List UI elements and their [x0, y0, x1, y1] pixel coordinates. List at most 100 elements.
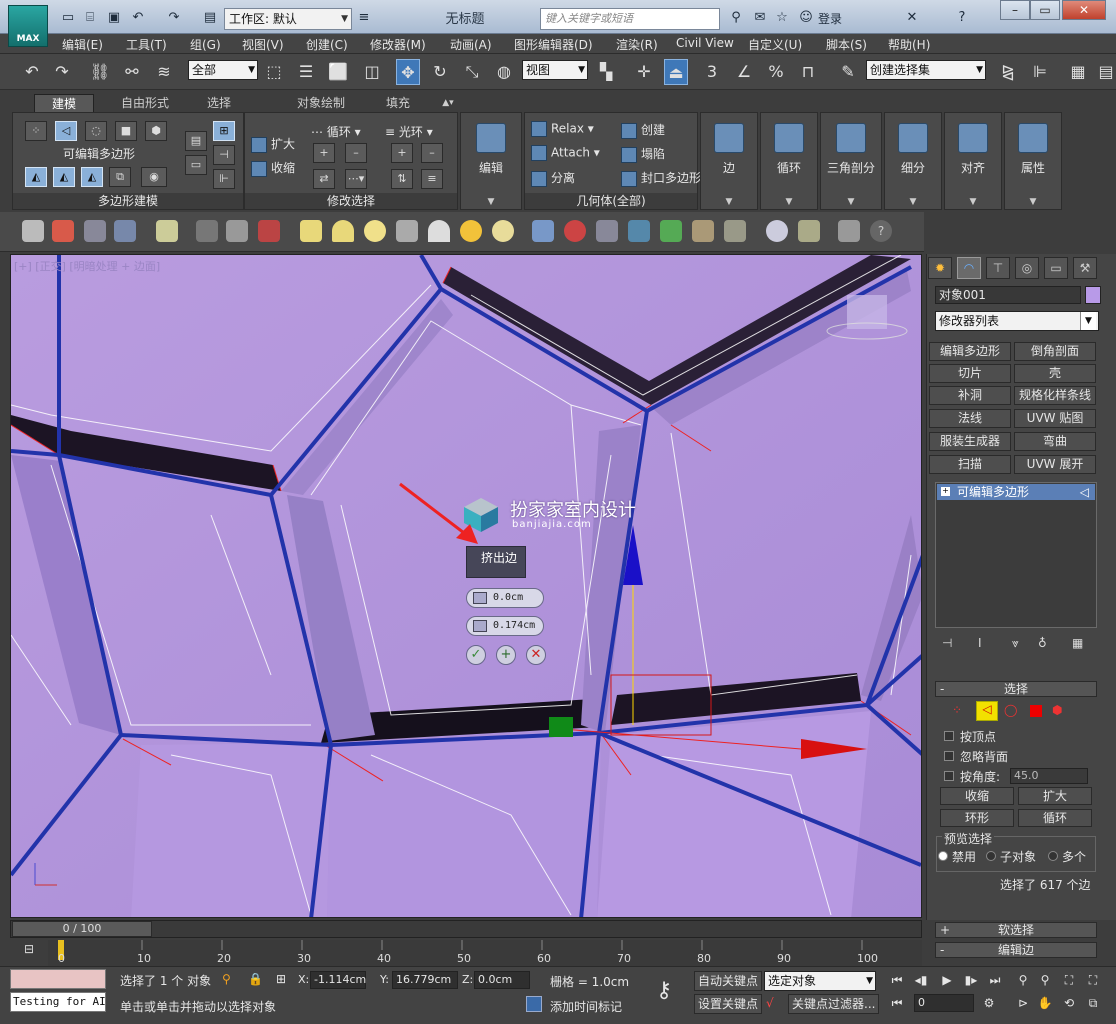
ring-grow-icon[interactable]: + — [391, 143, 413, 163]
extrude-edges-caddy-title[interactable]: 挤出边 — [466, 546, 526, 578]
bind-spacewarp-icon[interactable]: ≋ — [152, 59, 176, 85]
ring-button[interactable]: ≡ 光环 ▾ — [385, 123, 433, 140]
isolate-icon[interactable]: ⚲ — [222, 972, 231, 986]
properties-button[interactable]: 属性 ▼ — [1004, 112, 1062, 210]
workspace-select[interactable]: 工作区: 默认 ▼ — [224, 8, 352, 30]
dome-light-icon[interactable] — [332, 220, 354, 242]
mirror-icon[interactable]: ⧎ — [996, 59, 1020, 85]
next-frame-icon[interactable]: ▮▸ — [962, 971, 980, 989]
modify-tab-icon[interactable]: ◠ — [957, 257, 981, 279]
unlink-icon[interactable]: ⚯ — [120, 59, 144, 85]
edge-button[interactable]: 边 ▼ — [700, 112, 758, 210]
mod-bevel-profile-button[interactable]: 倒角剖面 — [1014, 342, 1096, 361]
ribbon-options-icon[interactable]: ▲▾ — [436, 94, 460, 112]
mod-cap-holes-button[interactable]: 补洞 — [929, 386, 1011, 405]
minimize-button[interactable]: – — [1000, 0, 1030, 20]
vertex-mode-icon[interactable]: ⁘ — [25, 121, 47, 141]
binoculars-icon[interactable]: ⚲ — [726, 9, 746, 27]
sun-icon[interactable] — [460, 220, 482, 242]
render-frame-icon[interactable] — [84, 220, 106, 242]
stack-down-icon[interactable]: ⊣ — [213, 145, 235, 165]
object-color-swatch[interactable] — [1085, 286, 1101, 304]
rect-selection-icon[interactable]: ⬜ — [326, 59, 350, 85]
maximize-button[interactable]: ▭ — [1030, 0, 1060, 20]
auto-key-button[interactable]: 自动关键点 — [694, 971, 763, 991]
sphere-light-icon[interactable] — [364, 220, 386, 242]
new-icon[interactable]: ▭ — [58, 9, 78, 27]
sphere-map-icon[interactable] — [226, 220, 248, 242]
caddy-cancel-button[interactable]: ✕ — [526, 645, 546, 665]
exchange-icon[interactable]: ✕ — [902, 9, 922, 27]
mod-normalize-spline-button[interactable]: 规格化样条线 — [1014, 386, 1096, 405]
menu-graph-editors[interactable]: 图形编辑器(D) — [514, 36, 593, 53]
time-slider-thumb[interactable]: 0 / 100 — [12, 921, 152, 937]
material-icon[interactable] — [564, 220, 586, 242]
go-to-start-icon[interactable]: ⏮ — [888, 971, 906, 989]
cap-poly-button[interactable]: 封口多边形 — [621, 169, 701, 187]
selection-rollout-header[interactable]: - 选择 — [935, 681, 1097, 697]
align-button[interactable]: 对齐 ▼ — [944, 112, 1002, 210]
mod-edit-poly-button[interactable]: 编辑多边形 — [929, 342, 1011, 361]
save-icon[interactable]: ▣ — [104, 9, 124, 27]
modify-selection-title[interactable]: 修改选择 — [245, 193, 457, 209]
render-camera-icon[interactable] — [258, 220, 280, 242]
render-setup-icon[interactable] — [52, 220, 74, 242]
fur-icon[interactable] — [660, 220, 682, 242]
project-icon[interactable]: ▤ — [200, 9, 220, 27]
fov-icon[interactable]: ⊳ — [1014, 994, 1032, 1012]
window-crossing-icon[interactable]: ◫ — [360, 59, 384, 85]
login-link[interactable]: 登录 — [818, 10, 842, 27]
shrink-button[interactable]: 收缩 — [940, 787, 1014, 805]
show-end-result-icon[interactable]: I — [978, 636, 982, 650]
mod-unwrap-uvw-button[interactable]: UVW 展开 — [1014, 455, 1096, 474]
prev-frame-icon[interactable]: ◂▮ — [912, 971, 930, 989]
menu-modifiers[interactable]: 修改器(M) — [370, 36, 426, 53]
tab-freeform[interactable]: 自由形式 — [106, 94, 184, 112]
loop-button[interactable]: 循环 — [1018, 809, 1092, 827]
teapot-icon[interactable] — [22, 220, 44, 242]
shrink-button[interactable]: 收缩 — [251, 159, 295, 177]
phone-icon[interactable] — [838, 220, 860, 242]
plane-icon[interactable] — [596, 220, 618, 242]
geometry-title[interactable]: 几何体(全部) — [525, 193, 697, 209]
menu-edit[interactable]: 编辑(E) — [62, 36, 103, 53]
edit-edges-rollout-header[interactable]: - 编辑边 — [935, 942, 1097, 958]
ignore-backfacing-icon[interactable]: ◭ — [81, 167, 103, 187]
attach-button[interactable]: Attach ▾ — [531, 145, 600, 161]
caddy-ok-button[interactable]: ✓ — [466, 645, 486, 665]
loop-shift-icon[interactable]: ⇄ — [313, 169, 335, 189]
preview-multi-radio[interactable] — [1048, 851, 1058, 861]
place-icon[interactable]: ◍ — [492, 59, 516, 85]
redo-icon[interactable]: ↷ — [164, 9, 184, 27]
border-mode-icon[interactable]: ◌ — [85, 121, 107, 141]
collapse-button[interactable]: 塌陷 — [621, 145, 665, 163]
menu-scripting[interactable]: 脚本(S) — [826, 36, 867, 53]
viewport-label[interactable]: [+] [正交] [明暗处理 + 边面] — [14, 258, 160, 274]
set-key-button[interactable]: 设置关键点 — [694, 994, 763, 1014]
element-select-icon[interactable]: ⬢ — [1052, 703, 1062, 717]
edit-button[interactable]: 编辑 ▼ — [460, 112, 522, 210]
menu-create[interactable]: 创建(C) — [306, 36, 348, 53]
sphere-icon[interactable] — [766, 220, 788, 242]
pivot-center-icon[interactable]: ▚ — [594, 59, 618, 85]
menu-customize[interactable]: 自定义(U) — [748, 36, 802, 53]
viewport[interactable] — [10, 254, 922, 918]
triangulation-button[interactable]: 三角剖分 ▼ — [820, 112, 882, 210]
play-icon[interactable]: ▶ — [938, 971, 956, 989]
pan-icon[interactable]: ✋ — [1036, 994, 1054, 1012]
selection-lock-icon[interactable]: 🔒 — [248, 972, 263, 986]
loop-shrink-icon[interactable]: – — [345, 143, 367, 163]
preserve-uv-icon[interactable]: ◭ — [53, 167, 75, 187]
ring-shrink-icon[interactable]: – — [421, 143, 443, 163]
extrude-width-field[interactable]: 0.174cm — [466, 616, 544, 636]
mod-sweep-button[interactable]: 扫描 — [929, 455, 1011, 474]
menu-help[interactable]: 帮助(H) — [888, 36, 930, 53]
loop-mode-icon[interactable]: ⋯▾ — [345, 169, 367, 189]
by-angle-checkbox[interactable] — [944, 771, 954, 781]
search-input[interactable]: 键入关键字或短语 — [540, 8, 720, 30]
loop-grow-icon[interactable]: + — [313, 143, 335, 163]
snap-toggle-icon[interactable]: 3 — [700, 59, 724, 85]
stack-item-editable-poly[interactable]: + 可编辑多边形 ◁ — [937, 484, 1095, 500]
camera-icon[interactable] — [196, 220, 218, 242]
show-cage-icon[interactable]: ⧉ — [109, 167, 131, 187]
